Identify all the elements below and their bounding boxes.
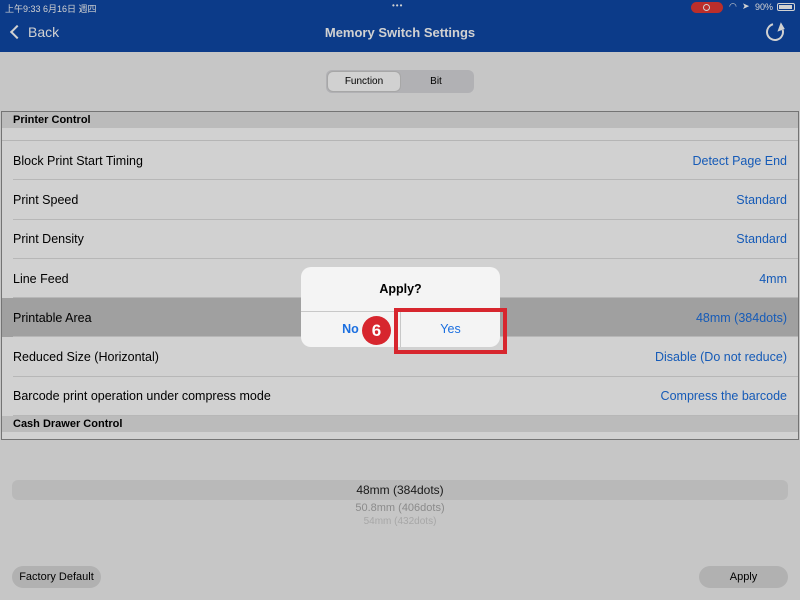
dialog-title: Apply? <box>379 282 422 296</box>
highlight-box <box>394 308 507 354</box>
step-badge: 6 <box>362 316 391 345</box>
